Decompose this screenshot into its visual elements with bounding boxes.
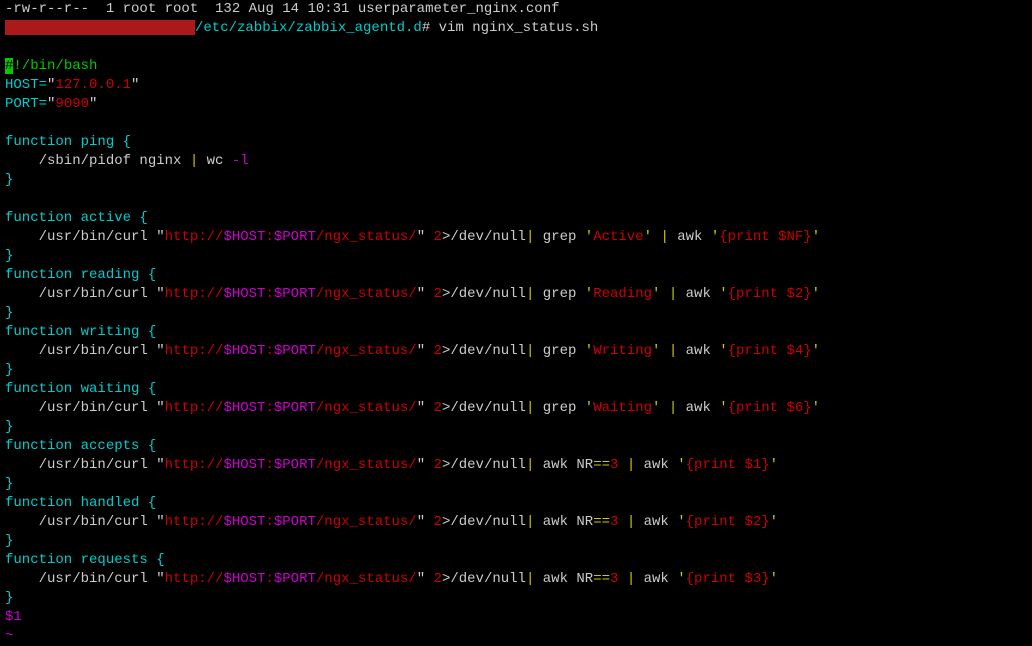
function-requests: function requests { bbox=[5, 552, 165, 568]
port-var: PORT= bbox=[5, 96, 47, 112]
prompt-hash: # bbox=[422, 20, 430, 36]
function-writing: function writing { bbox=[5, 324, 156, 340]
script-arg: $1 bbox=[5, 609, 22, 625]
port-value: 9090 bbox=[55, 96, 89, 112]
shebang: !/bin/bash bbox=[13, 58, 97, 74]
entered-command: vim nginx_status.sh bbox=[439, 20, 599, 36]
function-waiting: function waiting { bbox=[5, 381, 156, 397]
function-handled: function handled { bbox=[5, 495, 156, 511]
function-reading: function reading { bbox=[5, 267, 156, 283]
function-accepts: function accepts { bbox=[5, 438, 156, 454]
host-var: HOST= bbox=[5, 77, 47, 93]
ls-output: -rw-r--r-- 1 root root 132 Aug 14 10:31 … bbox=[5, 1, 560, 17]
redacted-prompt bbox=[5, 20, 195, 35]
terminal-output[interactable]: -rw-r--r-- 1 root root 132 Aug 14 10:31 … bbox=[0, 0, 1032, 646]
host-value: 127.0.0.1 bbox=[55, 77, 131, 93]
function-active: function active { bbox=[5, 210, 148, 226]
vim-tilde: ~ bbox=[5, 628, 13, 644]
function-ping: function ping { bbox=[5, 134, 131, 150]
prompt-path: /etc/zabbix/zabbix_agentd.d bbox=[195, 20, 422, 36]
